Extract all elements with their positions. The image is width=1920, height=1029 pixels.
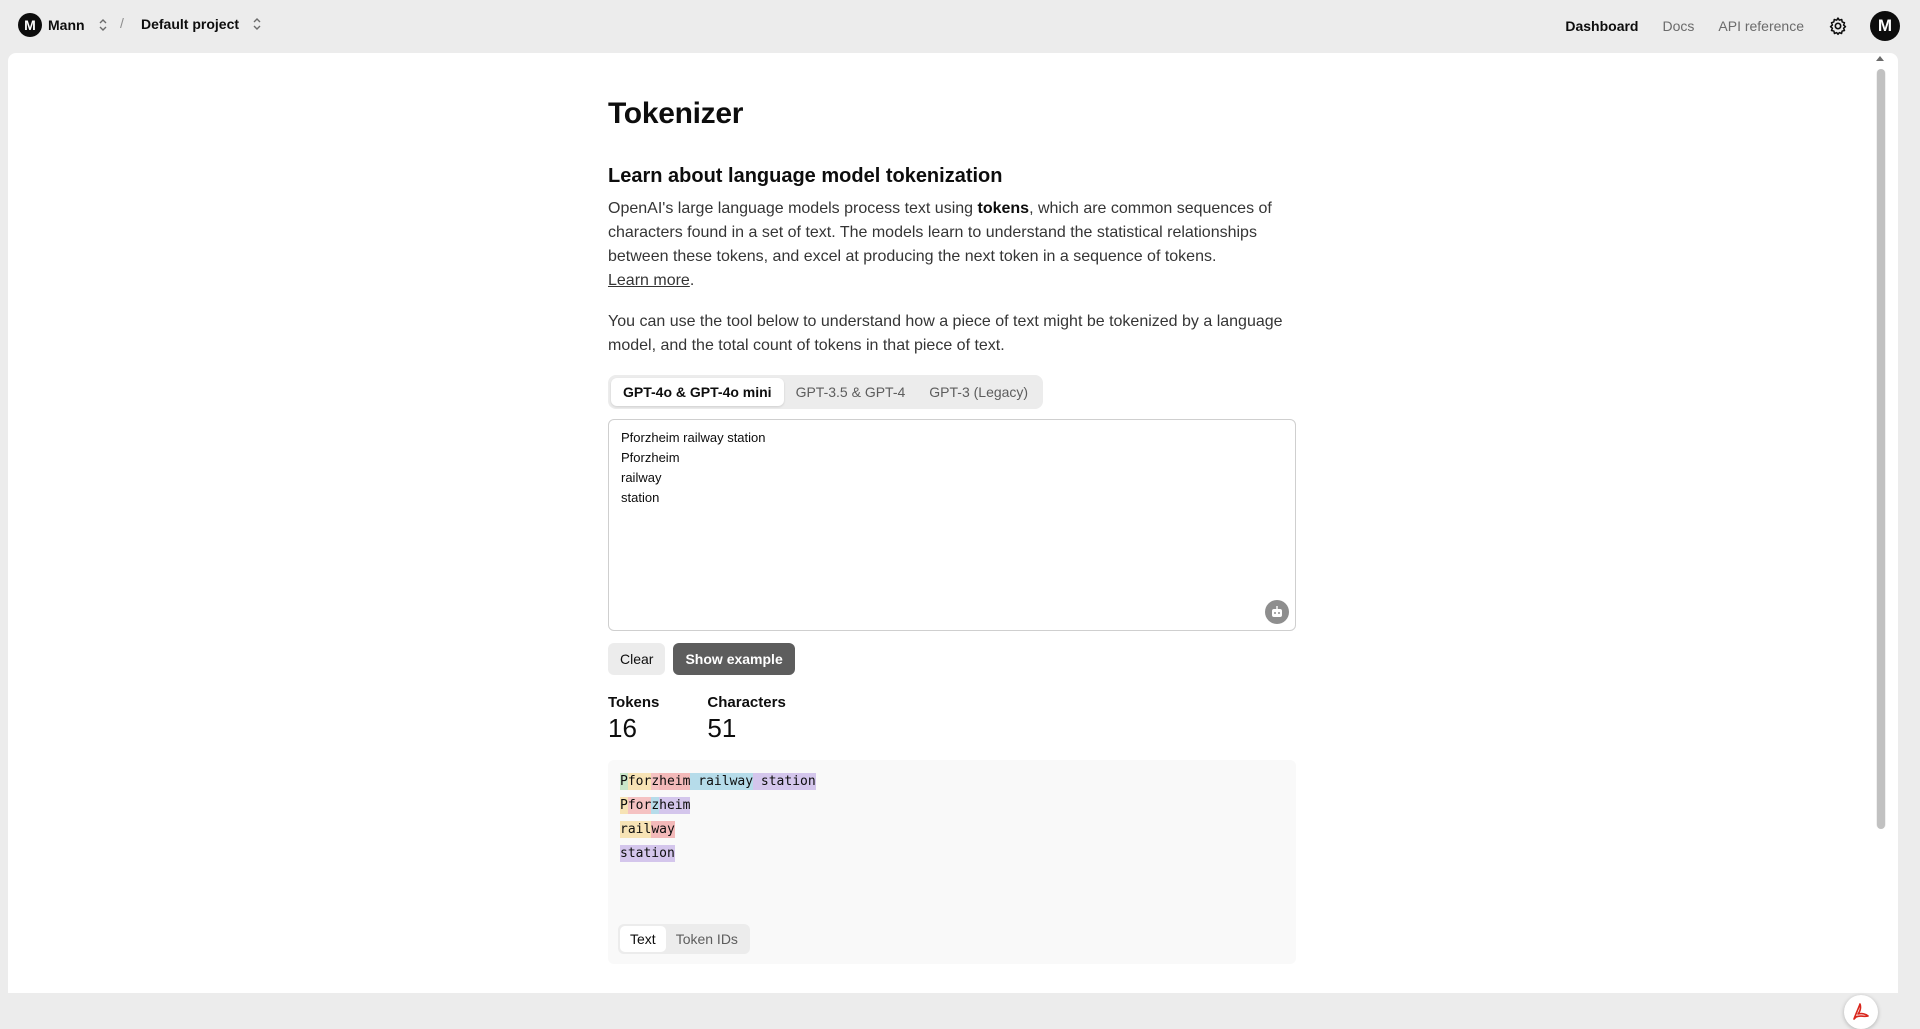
tab-gpt-3-5-gpt-4[interactable]: GPT-3.5 & GPT-4 [784,378,918,406]
pdf-icon[interactable] [1844,995,1878,1029]
intro-text-start: OpenAI's large language models process t… [608,200,978,217]
token-chip: for [627,773,652,790]
text-input[interactable] [609,420,1293,626]
project-switcher[interactable]: Default project [141,16,263,32]
org-avatar: M [18,13,42,37]
token-chip: z [651,797,660,814]
token-chip: for [627,797,652,814]
tab-gpt-3-legacy[interactable]: GPT-3 (Legacy) [917,378,1040,406]
token-line: Pforzheim railway station [620,770,816,794]
action-buttons: Clear Show example [608,643,795,675]
scrollbar-thumb[interactable] [1877,69,1885,829]
model-selector: GPT-4o & GPT-4o mini GPT-3.5 & GPT-4 GPT… [608,375,1044,409]
scroll-up-arrow-icon[interactable] [1876,56,1884,61]
tab-text[interactable]: Text [620,926,666,952]
top-bar: M Mann / Default project Dashboard Docs … [0,0,1920,52]
token-chip: z [651,773,660,790]
view-selector: Text Token IDs [618,924,750,954]
nav-api-reference[interactable]: API reference [1718,18,1804,34]
intro-bold-term: tokens [977,200,1030,217]
token-line: Pforzheim [620,794,816,818]
token-chip: P [620,797,628,814]
tokens-label: Tokens [608,694,660,711]
characters-count: 51 [707,713,737,743]
token-chip: railway [690,773,754,790]
token-line: station [620,842,816,866]
org-switcher[interactable]: M Mann [18,13,109,37]
characters-stat: Characters 51 [707,694,785,744]
token-chip: P [620,773,628,790]
token-chip: station [753,773,816,790]
chevron-up-down-icon [99,19,107,31]
token-lines: Pforzheim railway station Pforzheim railwa… [620,770,816,866]
robot-icon[interactable] [1265,600,1289,624]
tool-description: You can use the tool below to understand… [608,313,1283,354]
show-example-button[interactable]: Show example [673,643,795,675]
intro-paragraph: OpenAI's large language models process t… [608,197,1298,293]
text-input-box [608,419,1296,631]
section-heading: Learn about language model tokenization [608,165,1003,187]
token-chip: heim [659,773,691,790]
learn-more-period: . [689,272,695,289]
learn-more-link[interactable]: Learn more [608,272,690,289]
tokens-count: 16 [608,713,637,743]
characters-label: Characters [707,694,786,711]
main-panel: Tokenizer Learn about language model tok… [8,53,1898,1029]
token-chip: way [651,821,675,838]
nav-docs[interactable]: Docs [1662,18,1694,34]
breadcrumb-separator: / [120,15,124,31]
tokenized-output: Pforzheim railway station Pforzheim railwa… [608,760,1296,964]
token-chip: rail [620,821,652,838]
tab-token-ids[interactable]: Token IDs [666,926,748,952]
clear-button[interactable]: Clear [608,643,666,675]
chevron-up-down-icon [253,18,261,30]
scrollbar[interactable] [1876,69,1886,829]
project-name: Default project [141,16,240,32]
token-chip: heim [659,797,691,814]
tokens-stat: Tokens 16 [608,694,659,744]
tab-gpt-4o[interactable]: GPT-4o & GPT-4o mini [611,378,784,406]
token-chip: station [620,845,675,862]
nav-dashboard[interactable]: Dashboard [1565,18,1638,34]
gear-icon[interactable] [1828,16,1848,36]
user-avatar[interactable]: M [1870,11,1900,41]
token-line: railway [620,818,816,842]
page-title: Tokenizer [608,97,744,130]
org-name: Mann [48,17,85,33]
top-nav: Dashboard Docs API reference M [1565,11,1920,41]
token-stats: Tokens 16 Characters 51 [608,694,834,744]
